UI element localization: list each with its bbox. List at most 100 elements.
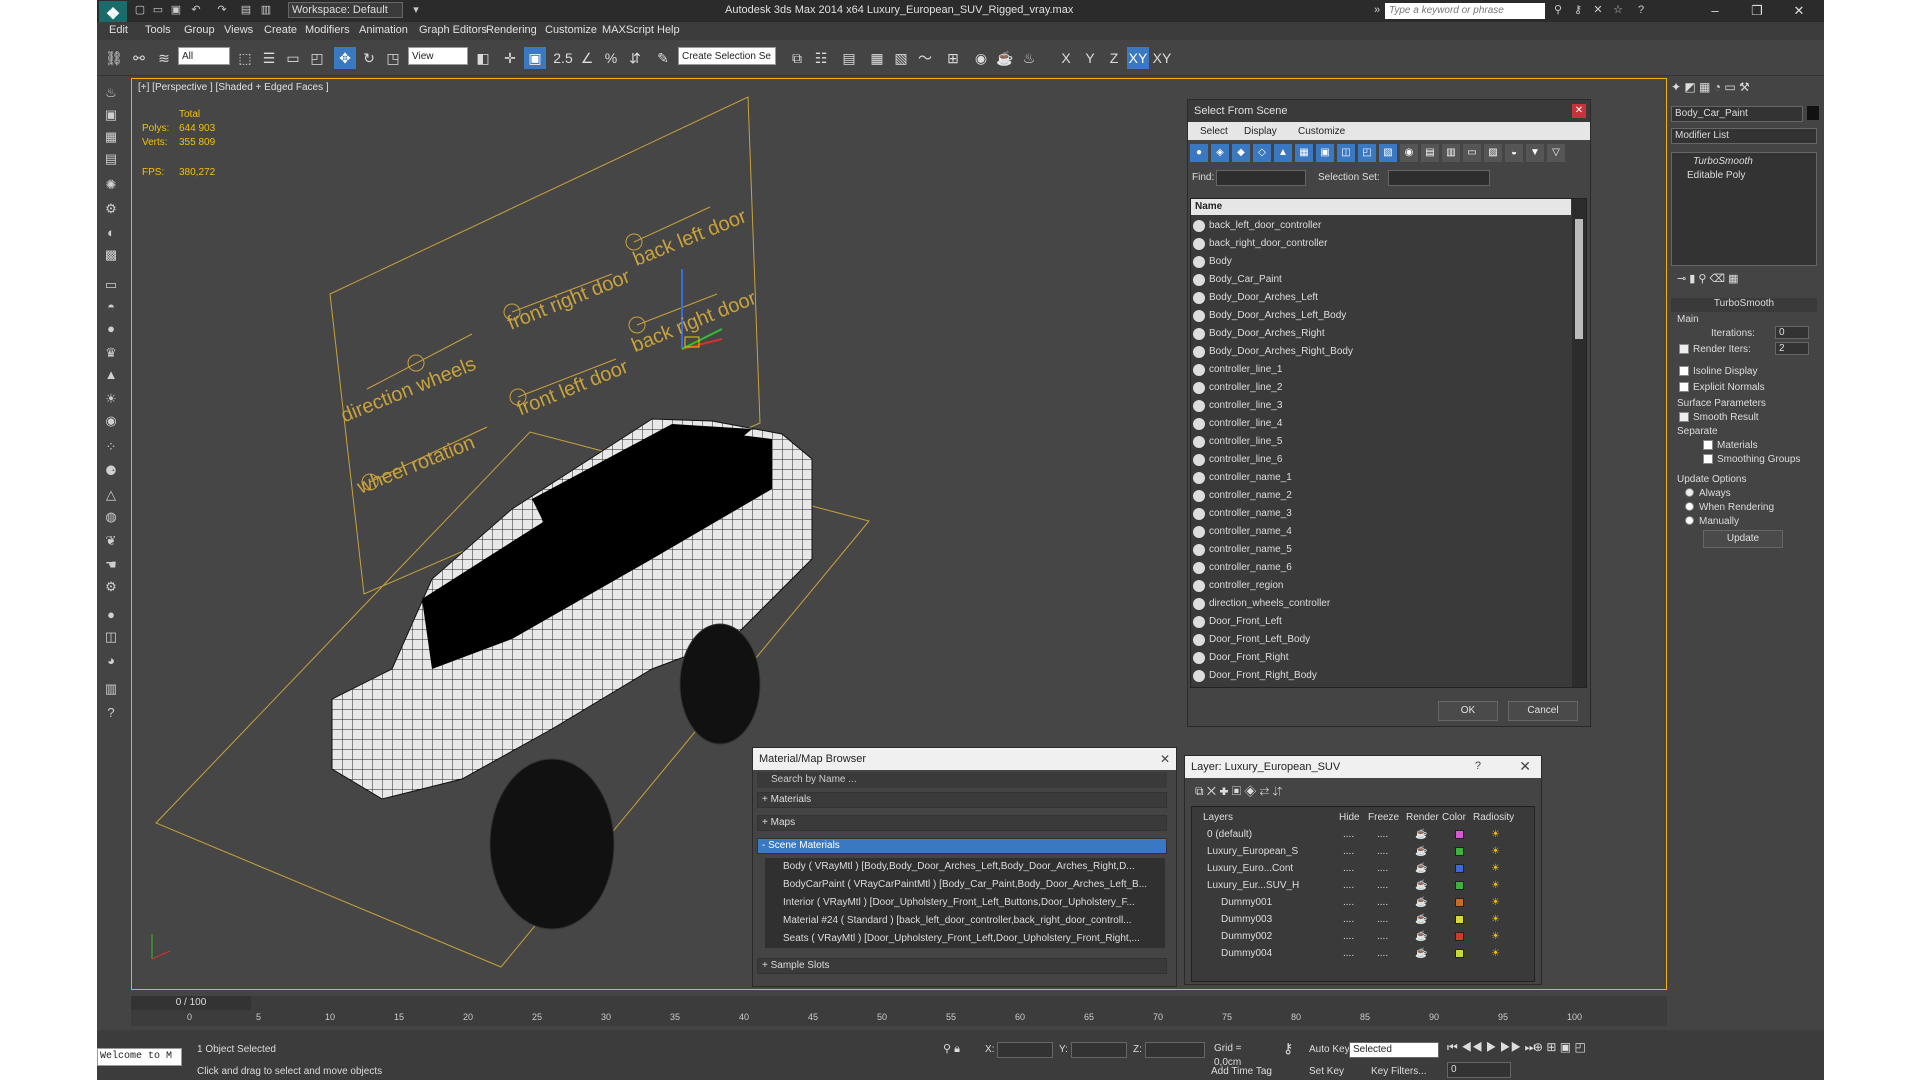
key-mode-dropdown[interactable]: Selected <box>1349 1042 1439 1058</box>
cancel-button[interactable]: Cancel <box>1508 701 1578 721</box>
filter-toggle-icon[interactable]: ● <box>1190 144 1208 162</box>
add-time-tag[interactable]: Add Time Tag <box>1211 1066 1272 1077</box>
cone-icon[interactable]: ▲ <box>102 366 120 384</box>
layer-row[interactable]: Luxury_Euro...Cont........ ☕ ☀ <box>1193 862 1523 876</box>
film-icon[interactable]: ▩ <box>102 246 120 264</box>
material-row[interactable]: BodyCarPaint ( VRayCarPaintMtl ) [Body_C… <box>765 876 1165 894</box>
sphere-icon[interactable]: ● <box>102 320 120 338</box>
box-icon[interactable]: ▭ <box>102 276 120 294</box>
sphere-small-icon[interactable]: ● <box>102 606 120 624</box>
category-maps[interactable]: + Maps <box>757 815 1167 831</box>
particles-icon[interactable]: ⁘ <box>102 438 120 456</box>
layer-column-color[interactable]: Color <box>1442 812 1466 823</box>
dynamics-icon[interactable]: ⚈ <box>102 462 120 480</box>
object-color-swatch[interactable] <box>1807 106 1819 120</box>
list-item[interactable]: Body <box>1191 253 1571 271</box>
set-key-button[interactable]: Set Key <box>1309 1066 1344 1077</box>
list-item[interactable]: controller_line_6 <box>1191 451 1571 469</box>
render-iters-spinner[interactable]: 2 <box>1775 342 1809 355</box>
material-editor-icon[interactable]: ◉ <box>970 47 992 69</box>
menu-maxscript[interactable]: MAXScript <box>602 24 654 36</box>
material-row[interactable]: Body ( VRayMtl ) [Body,Body_Door_Arches_… <box>765 858 1165 876</box>
layer-column-render[interactable]: Render <box>1406 812 1439 823</box>
menu-help[interactable]: Help <box>657 24 680 36</box>
select-and-rotate-icon[interactable]: ↻ <box>358 47 380 69</box>
name-column-header[interactable]: Name <box>1191 199 1571 215</box>
category-sample-slots[interactable]: + Sample Slots <box>757 958 1167 974</box>
menu-rendering[interactable]: Rendering <box>486 24 537 36</box>
list-item[interactable]: Body_Door_Arches_Left_Body <box>1191 307 1571 325</box>
ball-icon[interactable]: ◉ <box>102 412 120 430</box>
key-filters-button[interactable]: Key Filters... <box>1371 1066 1427 1077</box>
list-item[interactable]: Body_Door_Arches_Right <box>1191 325 1571 343</box>
material-icon[interactable]: ▦ <box>102 128 120 146</box>
perspective-viewport[interactable]: [+] [Perspective ] [Shaded + Edged Faces… <box>131 78 1667 990</box>
explicit-normals-checkbox[interactable] <box>1679 382 1689 392</box>
new-file-icon[interactable]: ▢ <box>133 3 147 17</box>
layer-column-radiosity[interactable]: Radiosity <box>1473 812 1514 823</box>
scene-explorer-icon[interactable]: ▤ <box>838 47 860 69</box>
menu-customize[interactable]: Customize <box>545 24 597 36</box>
leaf-icon[interactable]: ❦ <box>102 532 120 550</box>
mirror-icon[interactable]: ⧉ <box>786 47 808 69</box>
viewport-navigation-icons[interactable]: ⊕ ⊞ ▣ ◰ <box>1533 1040 1586 1054</box>
layer-hide-toggle[interactable]: .... <box>1343 862 1354 876</box>
layer-hide-toggle[interactable]: .... <box>1343 845 1354 859</box>
layer-render-icon[interactable]: ☕ <box>1415 896 1427 910</box>
list-item[interactable]: back_right_door_controller <box>1191 235 1571 253</box>
script-icon[interactable]: ▥ <box>102 680 120 698</box>
layer-render-icon[interactable]: ☕ <box>1415 862 1427 876</box>
named-selection-set-dropdown[interactable]: Create Selection Se <box>678 47 776 65</box>
layer-row[interactable]: Dummy004........ ☕ ☀ <box>1193 947 1523 961</box>
menu-animation[interactable]: Animation <box>359 24 408 36</box>
help-circle-icon[interactable]: ? <box>102 704 120 722</box>
scrollbar-thumb[interactable] <box>1575 219 1583 339</box>
smoothing-groups-checkbox[interactable] <box>1703 454 1713 464</box>
layer-radiosity-icon[interactable]: ☀ <box>1491 828 1500 842</box>
layer-freeze-toggle[interactable]: .... <box>1377 862 1388 876</box>
close-icon[interactable]: ✕ <box>1572 104 1586 118</box>
axis-z-button[interactable]: Z <box>1103 47 1125 69</box>
list-item[interactable]: controller_line_4 <box>1191 415 1571 433</box>
workspace-dropdown[interactable]: Workspace: Default <box>288 2 403 18</box>
layer-render-icon[interactable]: ☕ <box>1415 879 1427 893</box>
layer-color-swatch[interactable] <box>1455 915 1464 924</box>
menu-tools[interactable]: Tools <box>145 24 171 36</box>
minimize-button[interactable]: – <box>1697 2 1733 20</box>
list-item[interactable]: Door_Front_Left <box>1191 613 1571 631</box>
filter-toggle-icon[interactable]: ▲ <box>1274 144 1292 162</box>
layer-render-icon[interactable]: ☕ <box>1415 913 1427 927</box>
layer-radiosity-icon[interactable]: ☀ <box>1491 947 1500 961</box>
sfs-menu-display[interactable]: Display <box>1244 126 1277 137</box>
always-radio[interactable] <box>1685 488 1694 497</box>
time-slider[interactable]: 0 / 100 <box>131 996 251 1010</box>
list-item[interactable]: back_left_door_controller <box>1191 217 1571 235</box>
list-item[interactable]: Body_Door_Arches_Right_Body <box>1191 343 1571 361</box>
layer-radiosity-icon[interactable]: ☀ <box>1491 930 1500 944</box>
render-setup-icon[interactable]: ☕ <box>994 47 1016 69</box>
close-window-button[interactable]: ✕ <box>1781 2 1817 20</box>
list-item[interactable]: Door_Front_Left_Body <box>1191 631 1571 649</box>
sfs-menu-select[interactable]: Select <box>1200 126 1228 137</box>
category-scene-materials[interactable]: - Scene Materials <box>757 838 1167 854</box>
unlink-icon[interactable]: ⚯ <box>128 47 150 69</box>
filter-toggle-icon[interactable]: ◇ <box>1253 144 1271 162</box>
smooth-result-checkbox[interactable] <box>1679 412 1689 422</box>
find-input[interactable] <box>1216 170 1306 186</box>
layer-freeze-toggle[interactable]: .... <box>1377 930 1388 944</box>
list-item[interactable]: controller_region <box>1191 577 1571 595</box>
menu-views[interactable]: Views <box>224 24 253 36</box>
layer-row[interactable]: Dummy001........ ☕ ☀ <box>1193 896 1523 910</box>
axis-xy-cycle-button[interactable]: XY <box>1151 47 1173 69</box>
layer-row[interactable]: Dummy003........ ☕ ☀ <box>1193 913 1523 927</box>
graphite-ribbon-icon[interactable]: ▧ <box>890 47 912 69</box>
list-item[interactable]: controller_line_3 <box>1191 397 1571 415</box>
iterations-spinner[interactable]: 0 <box>1775 326 1809 339</box>
layer-radiosity-icon[interactable]: ☀ <box>1491 845 1500 859</box>
scene-object-list[interactable]: Name back_left_door_controller back_right… <box>1190 198 1587 688</box>
layer-freeze-toggle[interactable]: .... <box>1377 828 1388 842</box>
select-by-name-icon[interactable]: ☰ <box>258 47 280 69</box>
helper-icon[interactable]: ⚙ <box>102 200 120 218</box>
pyramid-icon[interactable]: △ <box>102 486 120 504</box>
percent-snap-icon[interactable]: % <box>600 47 622 69</box>
